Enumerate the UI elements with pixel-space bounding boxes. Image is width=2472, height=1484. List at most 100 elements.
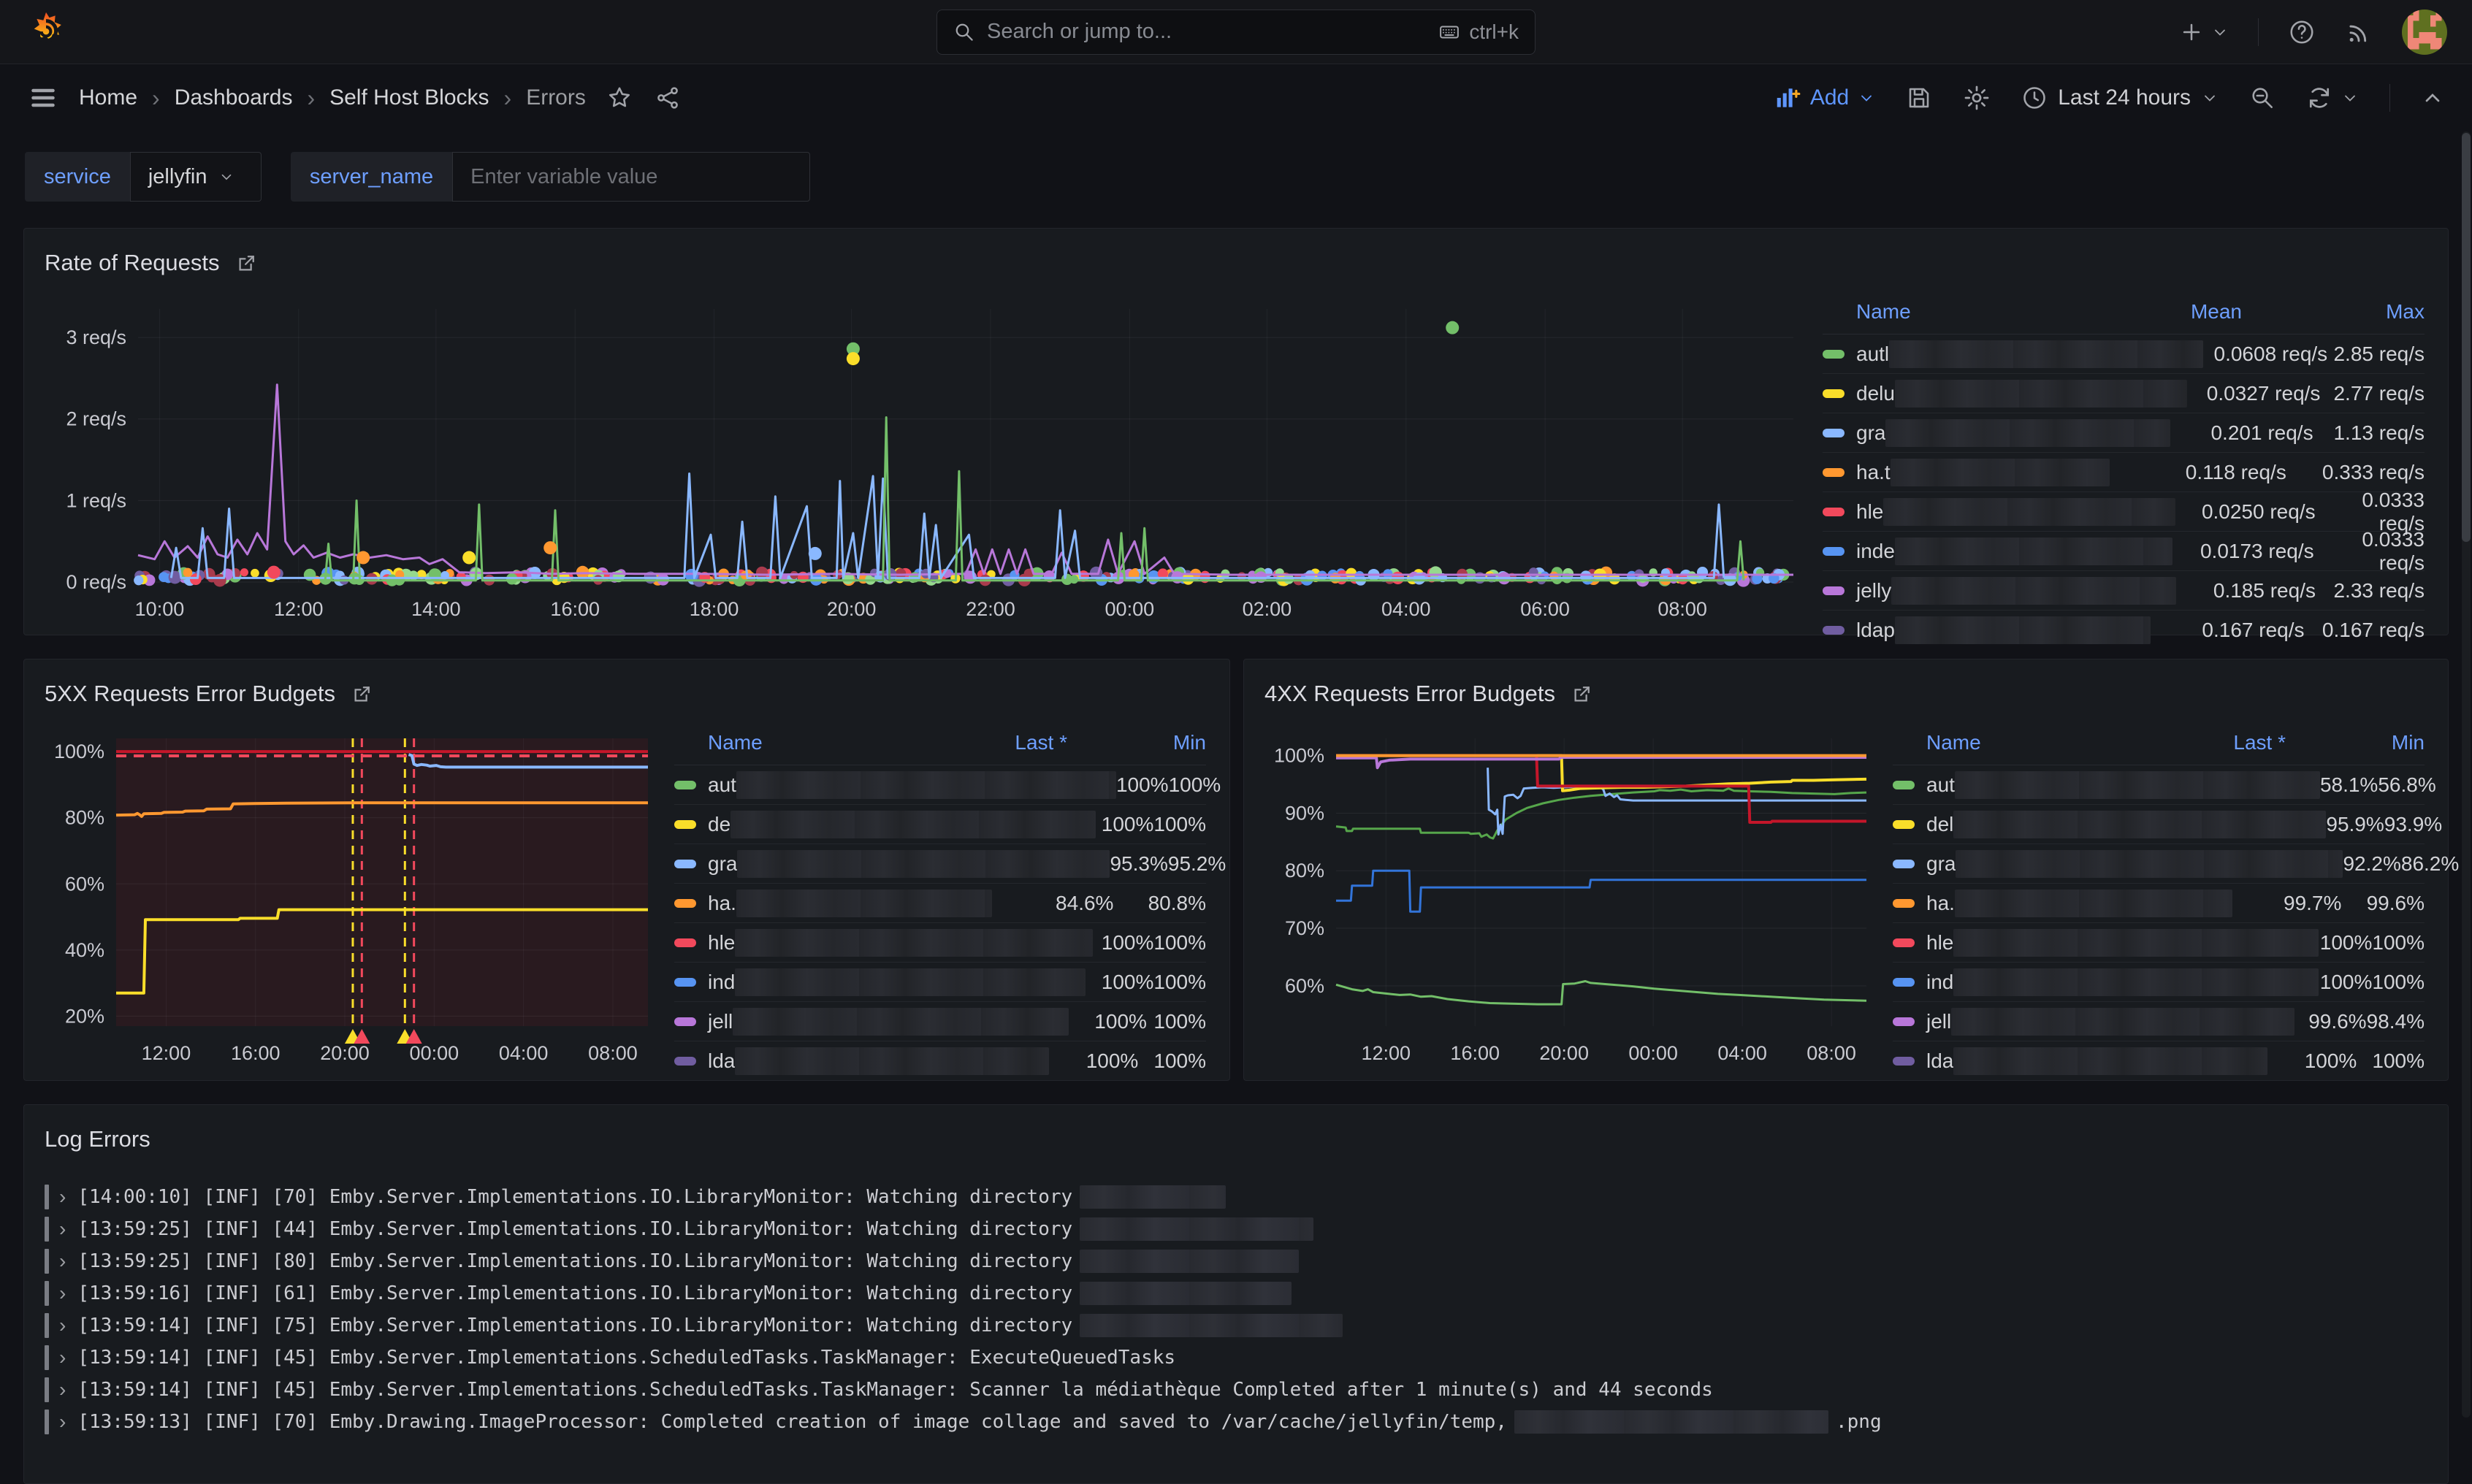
legend-value-1: 100% [1096, 813, 1153, 836]
legend-header-name[interactable]: Name [1856, 300, 1911, 324]
svg-text:70%: 70% [1285, 917, 1324, 939]
dashboard-settings-button[interactable] [1963, 84, 1991, 112]
log-level-bar [45, 1377, 49, 1402]
series-color-pill [674, 860, 696, 868]
log-row[interactable]: › [13:59:25] [INF] [80] Emby.Server.Impl… [45, 1245, 2427, 1277]
breadcrumb-folder[interactable]: Self Host Blocks [329, 85, 489, 110]
add-panel-button[interactable]: Add [1774, 84, 1875, 112]
log-expand-icon[interactable]: › [59, 1185, 66, 1209]
legend-header: Name Last * Min [674, 721, 1206, 765]
share-button[interactable] [655, 85, 681, 111]
legend-header-name[interactable]: Name [1926, 731, 1981, 754]
chevron-down-icon [2341, 89, 2359, 107]
legend-header-col2[interactable]: Min [2286, 731, 2425, 754]
panel-rate-of-requests: Rate of Requests 10:0012:0014:0016:0018:… [23, 228, 2449, 635]
collapse-toolbar-button[interactable] [2421, 86, 2444, 110]
legend-header-col2[interactable]: Max [2242, 300, 2425, 324]
menu-toggle[interactable] [28, 83, 58, 113]
legend-row[interactable]: ldap 0.167 req/s 0.167 req/s [1823, 611, 2425, 649]
log-row[interactable]: › [13:59:14] [INF] [45] Emby.Server.Impl… [45, 1374, 2427, 1406]
legend-row[interactable]: lda 100% 100% [674, 1041, 1206, 1080]
external-link-icon[interactable] [1571, 683, 1593, 705]
legend-row[interactable]: ha. 84.6% 80.8% [674, 884, 1206, 923]
legend-value-1: 0.0173 req/s [2172, 540, 2314, 563]
news-button[interactable] [2345, 18, 2373, 46]
log-rows: › [14:00:10] [INF] [70] Emby.Server.Impl… [24, 1163, 2448, 1438]
search-input[interactable]: Search or jump to... ctrl+k [936, 9, 1536, 55]
log-expand-icon[interactable]: › [59, 1378, 66, 1401]
save-dashboard-button[interactable] [1906, 85, 1932, 111]
breadcrumb-home[interactable]: Home [79, 85, 137, 110]
favorite-star-button[interactable] [606, 85, 633, 111]
legend-row[interactable]: aut 58.1% 56.8% [1893, 765, 2425, 805]
legend-value-1: 99.7% [2232, 892, 2341, 915]
legend-value-2: 100% [2357, 1049, 2425, 1073]
refresh-button[interactable] [2306, 85, 2359, 111]
redacted-series-name [733, 1008, 1069, 1036]
variable-service: service jellyfin [25, 152, 262, 202]
legend-row[interactable]: ha.t 0.118 req/s 0.333 req/s [1823, 453, 2425, 492]
legend-row[interactable]: autl 0.0608 req/s 2.85 req/s [1823, 334, 2425, 374]
legend-row[interactable]: inde 0.0173 req/s 0.0333 req/s [1823, 532, 2425, 571]
variable-server-name-input[interactable]: Enter variable value [452, 152, 810, 202]
legend-row[interactable]: gra 95.3% 95.2% [674, 844, 1206, 884]
legend-row[interactable]: hle 100% 100% [1893, 923, 2425, 963]
svg-text:40%: 40% [65, 939, 104, 961]
legend-row[interactable]: gra 0.201 req/s 1.13 req/s [1823, 413, 2425, 453]
legend-row[interactable]: ind 100% 100% [1893, 963, 2425, 1002]
log-row[interactable]: › [13:59:13] [INF] [70] Emby.Drawing.Ima… [45, 1406, 2427, 1438]
breadcrumb-dashboards[interactable]: Dashboards [175, 85, 293, 110]
legend-row[interactable]: de 100% 100% [674, 805, 1206, 844]
legend-row[interactable]: del 95.9% 93.9% [1893, 805, 2425, 844]
svg-text:00:00: 00:00 [1105, 598, 1155, 620]
external-link-icon[interactable] [236, 252, 258, 274]
log-row[interactable]: › [14:00:10] [INF] [70] Emby.Server.Impl… [45, 1181, 2427, 1213]
new-button[interactable] [2179, 20, 2229, 45]
legend-value-1: 92.2% [2343, 852, 2400, 876]
legend-value-2: 95.2% [1168, 852, 1226, 876]
legend-row[interactable]: jell 100% 100% [674, 1002, 1206, 1041]
redacted-series-name [1883, 498, 2175, 526]
legend-header-name[interactable]: Name [708, 731, 763, 754]
avatar[interactable] [2402, 9, 2447, 55]
log-row[interactable]: › [13:59:25] [INF] [44] Emby.Server.Impl… [45, 1213, 2427, 1245]
log-expand-icon[interactable]: › [59, 1410, 66, 1434]
log-expand-icon[interactable]: › [59, 1250, 66, 1273]
legend-row[interactable]: jell 99.6% 98.4% [1893, 1002, 2425, 1041]
zoom-out-button[interactable] [2249, 85, 2275, 111]
redacted-series-name [730, 811, 1096, 838]
svg-text:04:00: 04:00 [499, 1042, 549, 1064]
legend-row[interactable]: jelly 0.185 req/s 2.33 req/s [1823, 571, 2425, 611]
legend-row[interactable]: gra 92.2% 86.2% [1893, 844, 2425, 884]
legend-row[interactable]: ind 100% 100% [674, 963, 1206, 1002]
grafana-logo[interactable] [25, 11, 67, 53]
log-row[interactable]: › [13:59:16] [INF] [61] Emby.Server.Impl… [45, 1277, 2427, 1309]
legend-row[interactable]: hle 0.0250 req/s 0.0333 req/s [1823, 492, 2425, 532]
external-link-icon[interactable] [351, 683, 373, 705]
legend-row[interactable]: aut 100% 100% [674, 765, 1206, 805]
time-range-picker[interactable]: Last 24 hours [2021, 85, 2219, 111]
legend-header-col1[interactable]: Last * [885, 731, 1067, 754]
legend-value-1: 0.0327 req/s [2187, 382, 2320, 405]
log-expand-icon[interactable]: › [59, 1282, 66, 1305]
err5xx-chart[interactable]: 12:0016:0020:0000:0004:0008:0020%40%60%8… [28, 718, 667, 1077]
legend-value-2: 100% [1153, 971, 1206, 994]
log-expand-icon[interactable]: › [59, 1314, 66, 1337]
legend-header-col1[interactable]: Mean [2008, 300, 2242, 324]
log-expand-icon[interactable]: › [59, 1346, 66, 1369]
help-button[interactable] [2288, 18, 2316, 46]
legend-row[interactable]: hle 100% 100% [674, 923, 1206, 963]
err4xx-chart[interactable]: 12:0016:0020:0000:0004:0008:0060%70%80%9… [1248, 718, 1885, 1077]
scrollbar-thumb[interactable] [2462, 133, 2471, 542]
legend-row[interactable]: lda 100% 100% [1893, 1041, 2425, 1080]
legend-row[interactable]: ha. 99.7% 99.6% [1893, 884, 2425, 923]
variable-service-select[interactable]: jellyfin [130, 152, 262, 202]
legend-row[interactable]: delu 0.0327 req/s 2.77 req/s [1823, 374, 2425, 413]
legend-header-col1[interactable]: Last * [2103, 731, 2286, 754]
log-row[interactable]: › [13:59:14] [INF] [75] Emby.Server.Impl… [45, 1309, 2427, 1342]
panel-title: 5XX Requests Error Budgets [45, 681, 335, 707]
legend-header-col2[interactable]: Min [1067, 731, 1206, 754]
log-expand-icon[interactable]: › [59, 1217, 66, 1241]
rate-chart[interactable]: 10:0012:0014:0016:0018:0020:0022:0000:00… [28, 287, 1815, 633]
log-row[interactable]: › [13:59:14] [INF] [45] Emby.Server.Impl… [45, 1342, 2427, 1374]
